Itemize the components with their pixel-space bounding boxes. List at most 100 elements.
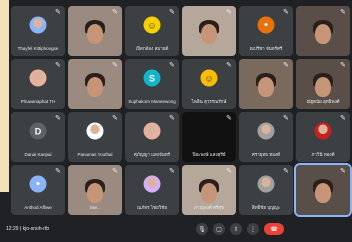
participant-tile[interactable]: ✎ Panumas Yoothai [68, 112, 122, 162]
face-shape [87, 23, 103, 44]
phone-icon: ☎ [270, 226, 278, 233]
participant-name: Thayfel Kittiphongse [17, 46, 59, 51]
participant-tile[interactable]: ✎ [68, 6, 122, 56]
face-shape [315, 182, 331, 203]
avatar [29, 16, 47, 34]
participant-name: ภาวินี ทองดี [311, 152, 335, 157]
controls: 🎙 ▢ ⇧ ⋮ ☎ [196, 223, 284, 235]
mic-status-icon: ✎ [283, 115, 289, 122]
participant-name: ณัฐดนัย สุทธิพงศ์ [306, 99, 340, 104]
mic-status-icon: ✎ [112, 115, 118, 122]
participant-tile[interactable]: ✎ [182, 6, 236, 56]
participant-name: เปิดกล้อง สมายด์ [135, 46, 169, 51]
mic-status-icon: ✎ [340, 9, 346, 16]
mic-status-icon: ✎ [340, 115, 346, 122]
mic-status-icon: ✎ [283, 9, 289, 16]
participant-name: Suphakorn Maneewong [128, 99, 176, 104]
present-button[interactable]: ⇧ [230, 223, 242, 235]
meeting-code: kjo-snoh-rtb [22, 226, 50, 232]
participant-tile[interactable]: ☺ ✎ เปิดกล้อง สมายด์ [125, 6, 179, 56]
meeting-separator: | [19, 226, 22, 232]
camera-icon: ▢ [216, 226, 222, 233]
control-bar: 12:29 | kjo-snoh-rtb 🎙 ▢ ⇧ ⋮ ☎ [0, 218, 352, 242]
face-shape [87, 76, 103, 97]
avatar [29, 69, 47, 87]
participant-tile[interactable]: ✎ ศรายุทธ ทองดี [239, 112, 293, 162]
mic-icon: 🎙 [198, 226, 206, 233]
face-shape [87, 182, 103, 203]
participant-grid: ✎ Thayfel Kittiphongse ✎ ☺ ✎ เปิดกล้อง สมายด์… [11, 6, 352, 217]
mic-status-icon: ✎ [283, 62, 289, 69]
mic-status-icon: ✎ [112, 9, 118, 16]
mic-status-icon: ✎ [55, 115, 61, 122]
present-icon: ⇧ [233, 226, 239, 233]
participant-tile[interactable]: ✎ [68, 59, 122, 109]
mic-status-icon: ✎ [112, 168, 118, 175]
participant-name: Siw... [89, 205, 101, 210]
participant-name: ณภัทร ไชยวิชัย [137, 205, 167, 210]
mic-status-icon: ✎ [226, 9, 232, 16]
avatar: ● [29, 175, 47, 193]
avatar: D [29, 122, 47, 140]
participant-tile[interactable]: ● ✎ Anthod Affiwe [11, 165, 65, 215]
participant-tile[interactable]: ✎ ณภัทร ไชยวิชัย [125, 165, 179, 215]
avatar: ☺ [143, 16, 161, 34]
more-icon: ⋮ [250, 226, 256, 233]
mic-status-icon: ✎ [283, 168, 289, 175]
participant-name: Phuwanaphat TH [20, 99, 56, 104]
participant-tile[interactable]: S ✎ Suphakorn Maneewong [125, 59, 179, 109]
mic-status-icon: ✎ [55, 9, 61, 16]
avatar: S [143, 69, 161, 87]
avatar [143, 175, 161, 193]
meeting-time: 12:29 [6, 226, 19, 232]
participant-name: สิทธิ์ชัย บุญญะ [251, 205, 281, 210]
avatar: ● [257, 16, 275, 34]
participant-name: ปิยะพงษ์ แสงสุรีย์ [192, 152, 226, 157]
avatar: ☺ [200, 69, 218, 87]
face-shape [315, 76, 331, 97]
participant-name: ภาณุพงศ์ ศรีสุข [193, 205, 225, 210]
mic-status-icon: ✎ [226, 62, 232, 69]
participant-tile[interactable]: ✎ ศุภัญญา แสงจันทร์ [125, 112, 179, 162]
avatar [257, 122, 275, 140]
participant-name: Panumas Yoothai [77, 152, 113, 157]
participant-name: ศุภัญญา แสงจันทร์ [133, 152, 171, 157]
participant-tile[interactable]: ✎ Siw... [68, 165, 122, 215]
participant-tile[interactable]: ✎ ภาณุพงศ์ ศรีสุข [182, 165, 236, 215]
mic-status-icon: ✎ [169, 9, 175, 16]
participant-tile[interactable]: ✎ Thayfel Kittiphongse [11, 6, 65, 56]
avatar [143, 122, 161, 140]
avatar [314, 122, 332, 140]
participant-name: Danai Kanpai [24, 152, 52, 157]
side-panel [0, 0, 9, 192]
mic-status-icon: ✎ [169, 168, 175, 175]
participant-tile[interactable]: ✎ สิทธิ์ชัย บุญญะ [239, 165, 293, 215]
mic-button[interactable]: 🎙 [196, 223, 208, 235]
more-options-button[interactable]: ⋮ [247, 223, 259, 235]
participant-tile[interactable]: ● ✎ ณปรีชา จันทร์ศรี [239, 6, 293, 56]
face-shape [201, 182, 217, 203]
end-call-button[interactable]: ☎ [264, 223, 284, 235]
participant-tile[interactable]: ☺ ✎ ไพลิน สุวรรณรักษ์ [182, 59, 236, 109]
participant-tile[interactable]: ✎ [294, 163, 352, 217]
mic-status-icon: ✎ [55, 62, 61, 69]
participant-tile[interactable]: D ✎ Danai Kanpai [11, 112, 65, 162]
avatar [257, 175, 275, 193]
meeting-info: 12:29 | kjo-snoh-rtb [6, 226, 49, 232]
mic-status-icon: ✎ [340, 62, 346, 69]
mic-status-icon: ✎ [169, 115, 175, 122]
participant-tile[interactable]: ✎ ณัฐดนัย สุทธิพงศ์ [296, 59, 350, 109]
participant-tile[interactable]: ✎ ปิยะพงษ์ แสงสุรีย์ [182, 112, 236, 162]
mic-status-icon: ✎ [340, 168, 346, 175]
face-shape [258, 76, 274, 97]
camera-button[interactable]: ▢ [213, 223, 225, 235]
participant-name: ศรายุทธ ทองดี [251, 152, 281, 157]
participant-tile[interactable]: ✎ ภาวินี ทองดี [296, 112, 350, 162]
avatar [86, 122, 104, 140]
participant-name: Anthod Affiwe [24, 205, 52, 210]
participant-tile[interactable]: ✎ [296, 6, 350, 56]
participant-tile[interactable]: ✎ Phuwanaphat TH [11, 59, 65, 109]
face-shape [201, 23, 217, 44]
participant-tile[interactable]: ✎ [239, 59, 293, 109]
mic-status-icon: ✎ [226, 168, 232, 175]
